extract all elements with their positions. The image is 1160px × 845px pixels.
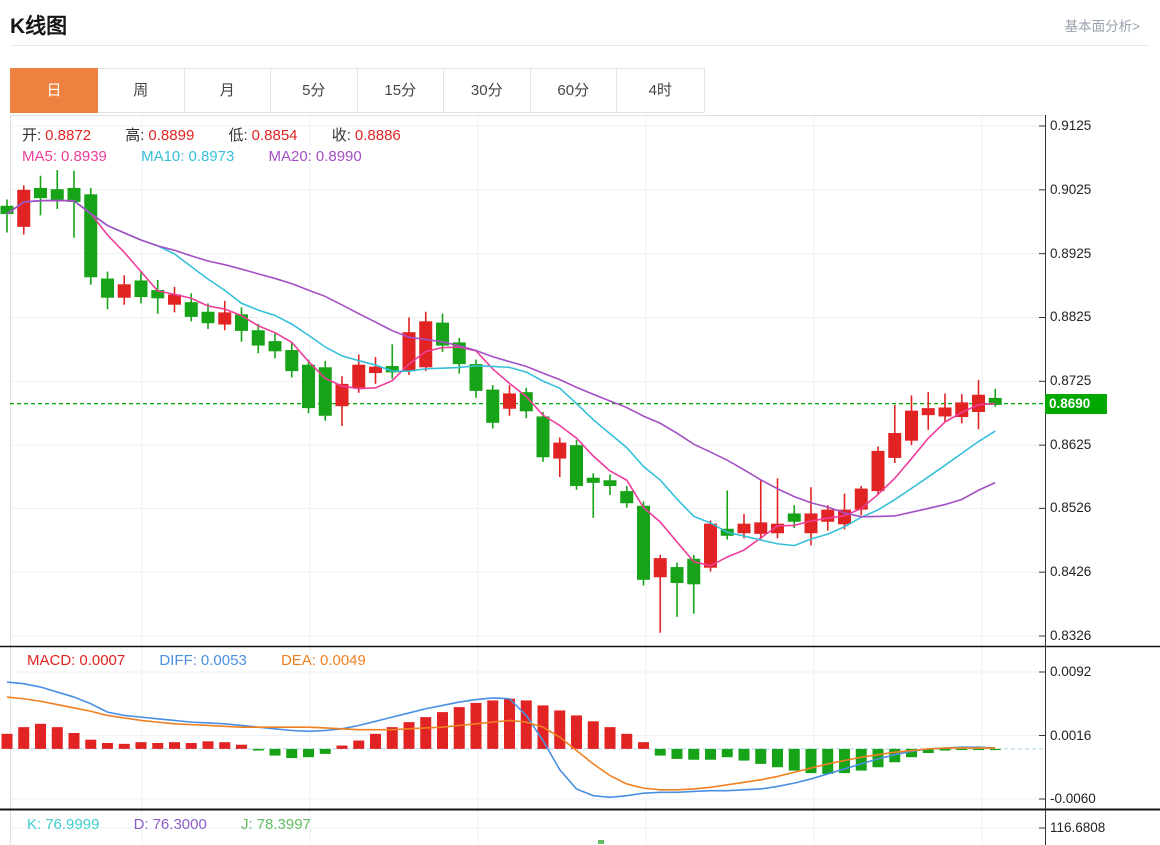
diff-label: DIFF: (159, 652, 197, 669)
title-divider (10, 45, 1150, 46)
kdj-readout: K: 76.9999 D: 76.3000 J: 78.3997 (27, 816, 315, 833)
kdj-j-label: J: (241, 816, 253, 833)
y-axis-label: 0.8825 (1050, 309, 1092, 325)
current-price-badge: 0.8690 (1045, 393, 1107, 414)
ohlc-readout: 开: 0.8872 高: 0.8899 低: 0.8854 收: 0.8886 (22, 124, 405, 145)
ma5-label: MA5: (22, 148, 58, 165)
tab-2[interactable]: 月 (184, 69, 271, 112)
close-value: 0.8886 (354, 127, 401, 144)
open-value: 0.8872 (45, 127, 92, 144)
kdj-k-value: 76.9999 (45, 816, 100, 833)
open-label: 开: (22, 127, 42, 144)
ma10-value: 0.8973 (188, 148, 235, 165)
y-axis-label: 0.8725 (1050, 373, 1092, 389)
y-axis-label: 116.6808 (1050, 820, 1106, 835)
low-label: 低: (228, 127, 248, 144)
y-axis-label: 0.8925 (1050, 245, 1092, 261)
interval-tab-bar: 日周月 5分 15分 30分 60分 4时 (10, 68, 705, 113)
macd-readout: MACD: 0.0007 DIFF: 0.0053 DEA: 0.0049 (27, 652, 370, 669)
y-axis-label: 0.0092 (1050, 664, 1092, 679)
y-axis-label: 0.8326 (1050, 628, 1092, 643)
tab-4[interactable]: 15分 (357, 69, 444, 112)
kdj-d-value: 76.3000 (152, 816, 207, 833)
fundamental-analysis-link[interactable]: 基本面分析> (1065, 15, 1140, 35)
macd-label: MACD: (27, 652, 76, 669)
tab-6[interactable]: 60分 (530, 69, 617, 112)
diff-value: 0.0053 (200, 652, 247, 669)
macd-value: 0.0007 (79, 652, 126, 669)
tab-1[interactable]: 周 (98, 69, 185, 112)
kdj-j-value: 78.3997 (256, 816, 311, 833)
y-axis-label: -0.0060 (1050, 791, 1096, 806)
kline-page: K线图 基本面分析> 日周月 5分 15分 30分 60分 4时 开: 0.8872 高: 0… (0, 0, 1160, 845)
kline-chart-canvas[interactable] (0, 115, 1160, 845)
y-axis-label: 0.8526 (1050, 500, 1092, 516)
y-axis-label: 0.9025 (1050, 181, 1092, 197)
tab-3[interactable]: 5分 (271, 69, 358, 112)
kdj-d-label: D: (133, 816, 149, 833)
page-title: K线图 (10, 15, 68, 38)
ma10-label: MA10: (141, 148, 185, 165)
high-value: 0.8899 (148, 127, 195, 144)
kdj-k-label: K: (27, 816, 42, 833)
tab-0[interactable]: 日 (10, 68, 98, 113)
high-label: 高: (125, 127, 145, 144)
dea-label: DEA: (280, 652, 316, 669)
y-axis-label: 0.0016 (1050, 727, 1092, 743)
ma5-value: 0.8939 (61, 148, 107, 165)
y-axis-label: 0.9125 (1050, 118, 1092, 133)
y-axis-label: 0.8426 (1050, 564, 1092, 580)
tab-7[interactable]: 4时 (617, 69, 704, 112)
low-value: 0.8854 (251, 127, 298, 144)
y-axis-label: 0.8625 (1050, 437, 1092, 453)
close-label: 收: (331, 127, 351, 144)
ma20-value: 0.8990 (315, 148, 362, 165)
ma20-label: MA20: (268, 148, 312, 165)
tab-5[interactable]: 30分 (444, 69, 531, 112)
dea-value: 0.0049 (319, 652, 366, 669)
ma-readout: MA5: 0.8939 MA10: 0.8973 MA20: 0.8990 (22, 148, 366, 165)
